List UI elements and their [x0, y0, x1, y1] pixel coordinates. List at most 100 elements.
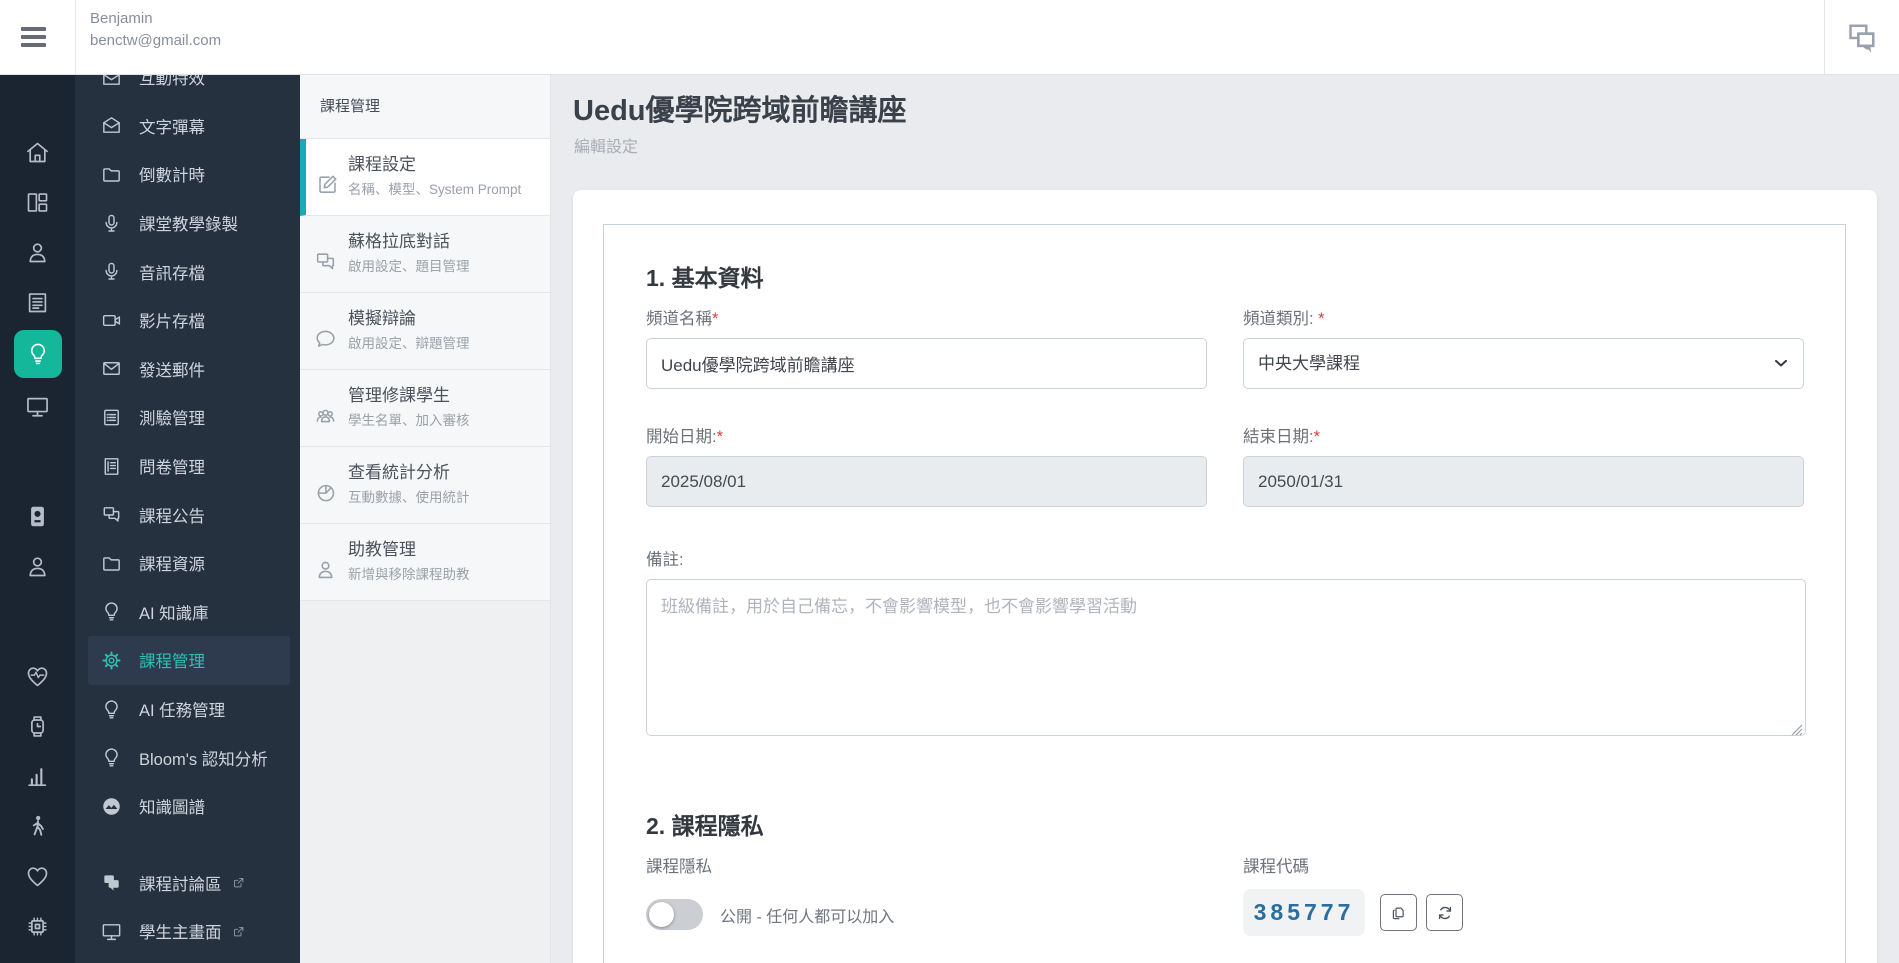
mail-icon	[100, 357, 123, 380]
heart-icon	[24, 863, 51, 890]
submenu-item[interactable]: 助教管理新增與移除課程助教	[300, 524, 550, 601]
image-icon	[100, 795, 123, 818]
menu-item[interactable]: 倒數計時	[75, 150, 300, 199]
menu-item-label: 知識圖譜	[139, 799, 205, 818]
user-name: Benjamin	[90, 10, 153, 27]
menu-item[interactable]: AI 任務管理	[75, 685, 300, 734]
menu-item[interactable]: 問卷管理	[75, 442, 300, 491]
rail-item-user[interactable]	[0, 541, 75, 591]
walker-icon	[24, 813, 51, 840]
menu-item[interactable]: 影片存檔	[75, 296, 300, 345]
menu-item-label: Bloom's 認知分析	[139, 750, 268, 769]
chats-icon	[100, 503, 123, 526]
menu-item[interactable]: 互動特效	[75, 75, 300, 102]
menu-item-label: 課堂教學錄製	[139, 216, 238, 235]
submenu-item-subtitle: 新增與移除課程助教	[348, 567, 470, 582]
menu-item[interactable]: 知識圖譜	[75, 782, 300, 831]
menu-item-label: 倒數計時	[139, 167, 205, 186]
submenu-item-subtitle: 啟用設定、題目管理	[348, 259, 470, 274]
submenu-item-title: 助教管理	[348, 540, 416, 559]
menu-item[interactable]: 測驗管理	[75, 393, 300, 442]
channel-type-label: 頻道類別: *	[1243, 310, 1325, 328]
chat-bubbles-icon[interactable]	[1840, 17, 1882, 59]
menu-item-label: 課程管理	[139, 653, 205, 672]
rail-item-watch[interactable]	[0, 701, 75, 751]
settings-fieldset: 1. 基本資料 頻道名稱* 頻道類別: * 中央大學課程	[603, 224, 1846, 963]
start-date-label: 開始日期:*	[646, 428, 724, 446]
menu-item[interactable]: 音訊存檔	[75, 247, 300, 296]
main-content: Uedu優學院跨域前瞻講座 編輯設定 1. 基本資料 頻道名稱* 頻道類別: *…	[551, 75, 1899, 963]
end-date-input[interactable]	[1243, 456, 1804, 507]
section-privacy-heading: 2. 課程隱私	[646, 813, 764, 839]
toggle-knob	[649, 902, 674, 927]
submenu-item-subtitle: 學生名單、加入審核	[348, 413, 470, 428]
submenu-item[interactable]: 課程設定 名稱、模型、System Prompt	[300, 139, 550, 216]
rail-item-chart[interactable]	[0, 751, 75, 801]
menu-item[interactable]: 課程資源	[75, 539, 300, 588]
note-textarea[interactable]	[646, 579, 1806, 736]
menu-item[interactable]: 課程管理	[88, 636, 290, 685]
rail-item-layout[interactable]	[0, 177, 75, 227]
start-date-input[interactable]	[646, 456, 1207, 507]
folder-icon	[100, 163, 123, 186]
submenu-item-subtitle: 名稱、模型、System Prompt	[348, 182, 522, 197]
menu-item[interactable]: 學生主畫面	[75, 907, 300, 956]
rail-item-chip[interactable]	[0, 901, 75, 951]
copy-code-button[interactable]	[1380, 894, 1417, 931]
chip-icon	[24, 913, 51, 940]
rail-item-heart[interactable]	[0, 851, 75, 901]
menu-item[interactable]: 課程公告	[75, 490, 300, 539]
menu-item[interactable]: 文字彈幕	[75, 102, 300, 151]
submenu-item[interactable]: 查看統計分析互動數據、使用統計	[300, 447, 550, 524]
folder-icon	[100, 552, 123, 575]
privacy-toggle[interactable]	[646, 899, 703, 930]
privacy-description: 公開 - 任何人都可以加入	[720, 908, 895, 926]
rail-item-device[interactable]	[0, 491, 75, 541]
rail-item-monitor[interactable]	[0, 381, 75, 431]
topbar-divider-right	[1824, 0, 1825, 74]
rail-item-home[interactable]	[0, 127, 75, 177]
menu-item-label: AI 知識庫	[139, 604, 209, 623]
submenu-item-title: 管理修課學生	[348, 386, 450, 405]
external-icon	[231, 875, 246, 890]
monitor-icon	[24, 393, 51, 420]
rail-item-news[interactable]	[0, 277, 75, 327]
menu-item[interactable]: 發送郵件	[75, 345, 300, 394]
refresh-code-button[interactable]	[1426, 894, 1463, 931]
hamburger-menu-icon[interactable]	[21, 27, 46, 47]
user-icon	[24, 239, 51, 266]
rail-item-user[interactable]	[0, 227, 75, 277]
channel-type-select[interactable]: 中央大學課程	[1243, 338, 1804, 389]
menu-item[interactable]: 課堂教學錄製	[75, 199, 300, 248]
menu-item[interactable]: Bloom's 認知分析	[75, 733, 300, 782]
menu-item-label: 測驗管理	[139, 410, 205, 429]
menu-item[interactable]: 課程討論區	[75, 859, 300, 908]
channel-name-input[interactable]	[646, 338, 1207, 389]
user-email: benctw@gmail.com	[90, 32, 222, 49]
menu-item[interactable]: AI 知識庫	[75, 588, 300, 637]
course-code-value: 385777	[1243, 889, 1365, 936]
submenu-header: 課程管理	[300, 75, 550, 139]
menu-item-label: 互動特效	[139, 75, 205, 89]
people-icon	[313, 403, 338, 428]
menu-item-label: 問卷管理	[139, 459, 205, 478]
bulb-icon	[100, 600, 123, 623]
submenu-item-subtitle: 互動數據、使用統計	[348, 490, 470, 505]
submenu-item[interactable]: 管理修課學生學生名單、加入審核	[300, 370, 550, 447]
top-bar: Benjamin benctw@gmail.com	[0, 0, 1899, 75]
rail-item-bulb[interactable]	[0, 327, 75, 381]
rail-item-walker[interactable]	[0, 801, 75, 851]
person-icon	[313, 557, 338, 582]
page-subtitle: 編輯設定	[574, 139, 639, 156]
submenu-item-title: 查看統計分析	[348, 463, 450, 482]
rail-item-pulse[interactable]	[0, 651, 75, 701]
submenu-item[interactable]: 模擬辯論 啟用設定、辯題管理	[300, 293, 550, 370]
menu-item-label: 學生主畫面	[139, 924, 222, 943]
video-icon	[100, 309, 123, 332]
course-menu: 互動特效文字彈幕倒數計時課堂教學錄製音訊存檔 影片存檔 發送郵件測驗管理問卷管理課程…	[75, 75, 300, 963]
end-date-label: 結束日期:*	[1243, 428, 1321, 446]
submenu-item[interactable]: 蘇格拉底對話 啟用設定、題目管理	[300, 216, 550, 293]
monitor-icon	[100, 920, 123, 943]
resize-grip-icon[interactable]	[1791, 723, 1803, 736]
external-icon	[231, 924, 246, 939]
